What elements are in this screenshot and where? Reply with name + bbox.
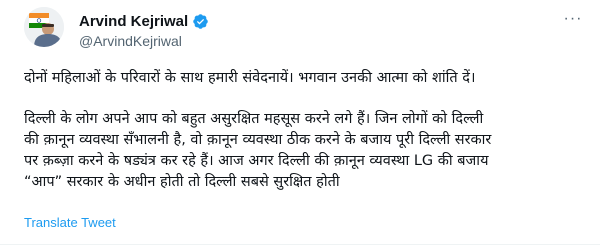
tweet-line: की क़ानून व्यवस्था सँभालनी है, वो क़ानून…	[24, 132, 492, 148]
tweet-line: दिल्ली के लोग अपने आप को बहुत असुरक्षित …	[24, 111, 484, 127]
avatar[interactable]	[24, 7, 64, 47]
translate-tweet-link[interactable]: Translate Tweet	[24, 215, 116, 230]
more-options-icon[interactable]: ···	[562, 11, 584, 27]
verified-badge-icon	[192, 13, 209, 30]
tweet-line: पर क़ब्ज़ा करने के षड्यंत्र कर रहे हैं। …	[24, 153, 489, 169]
tweet-paragraph-1: दोनों महिलाओं के परिवारों के साथ हमारी स…	[24, 70, 476, 86]
tweet-paragraph-2: दिल्ली के लोग अपने आप को बहुत असुरक्षित …	[24, 109, 580, 193]
author-name-row: Arvind Kejriwal	[79, 12, 209, 30]
tweet-text: दोनों महिलाओं के परिवारों के साथ हमारी स…	[24, 68, 580, 193]
profile-avatar-image	[24, 7, 64, 47]
tweet-line: “आप” सरकार के अधीन होती तो दिल्ली सबसे स…	[24, 174, 340, 190]
display-name[interactable]: Arvind Kejriwal	[79, 13, 188, 30]
author-handle[interactable]: @ArvindKejriwal	[79, 33, 182, 49]
